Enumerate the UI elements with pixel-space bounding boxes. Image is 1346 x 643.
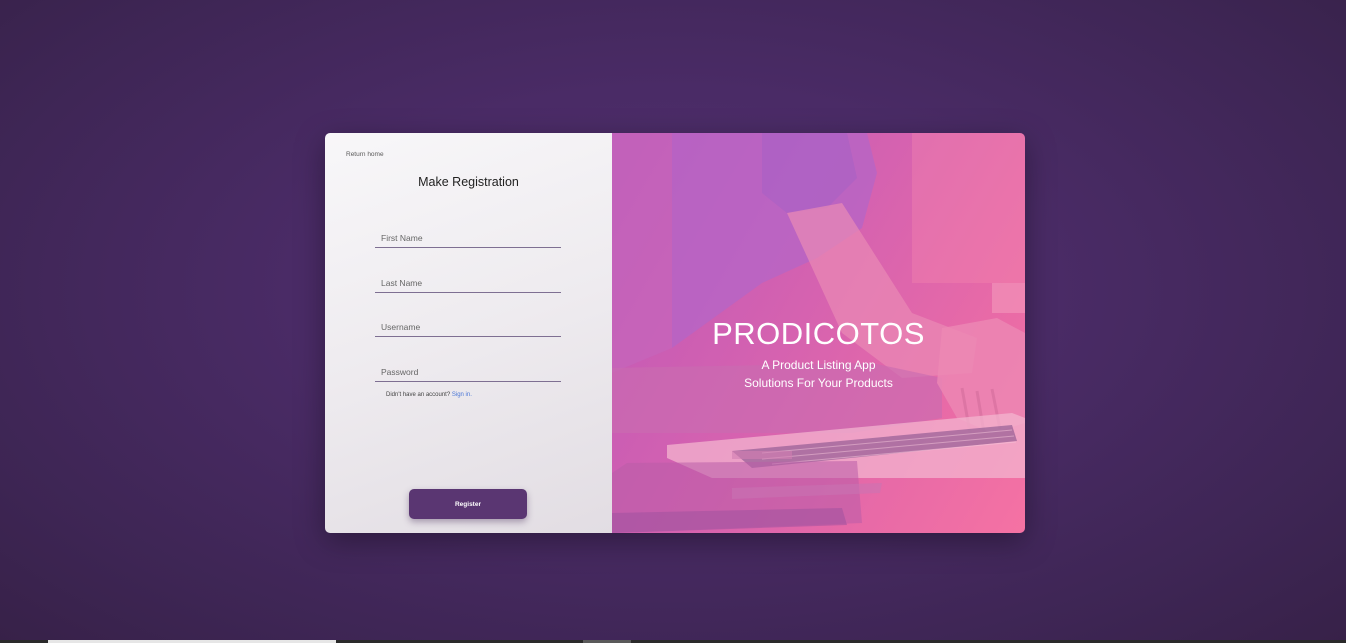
registration-panel: Return home Make Registration Didn't hav…	[325, 133, 612, 533]
account-prompt-text: Didn't have an account?	[386, 392, 451, 398]
username-field[interactable]	[375, 317, 561, 337]
tagline-line-1: A Product Listing App	[761, 358, 876, 372]
password-field[interactable]	[375, 362, 561, 382]
return-home-link[interactable]: Return home	[346, 151, 384, 158]
sign-in-link[interactable]: Sign in.	[452, 392, 472, 398]
account-prompt: Didn't have an account? Sign in.	[386, 392, 472, 398]
first-name-field[interactable]	[375, 228, 561, 248]
registration-card: Return home Make Registration Didn't hav…	[325, 133, 1025, 533]
brand-title: PRODICOTOS	[712, 316, 925, 351]
hero-panel: PRODICOTOS A Product Listing App Solutio…	[612, 133, 1025, 533]
tagline-line-2: Solutions For Your Products	[744, 376, 893, 390]
form-title: Make Registration	[418, 175, 519, 189]
last-name-field[interactable]	[375, 273, 561, 293]
register-button[interactable]: Register	[409, 489, 527, 519]
